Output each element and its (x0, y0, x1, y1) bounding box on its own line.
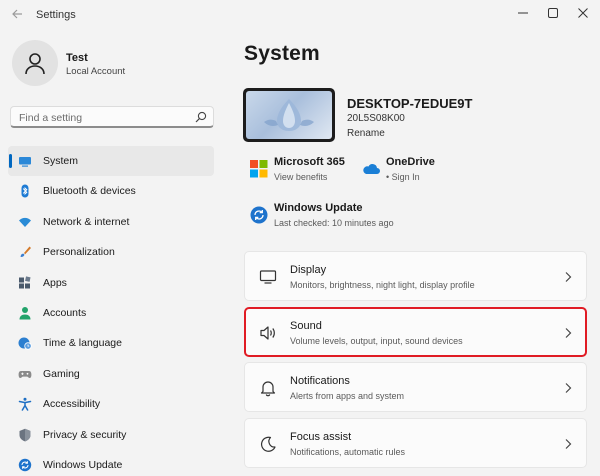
profile-name: Test (66, 52, 88, 64)
close-icon (578, 8, 588, 18)
sound-card[interactable]: Sound Volume levels, output, input, soun… (244, 307, 587, 357)
sidebar-item-accounts[interactable]: Accounts (8, 298, 214, 328)
speaker-icon (260, 326, 275, 340)
onedrive-link[interactable]: OneDrive • Sign In (358, 156, 468, 186)
card-subtitle: Volume levels, output, input, sound devi… (290, 336, 463, 346)
account-type: Local Account (66, 66, 126, 77)
brush-icon (20, 246, 31, 258)
chevron-right-icon (565, 328, 572, 338)
sidebar-item-label: Network & internet (43, 215, 130, 228)
person-icon (25, 53, 45, 75)
sidebar-item-label: Accessibility (43, 398, 101, 411)
close-button[interactable] (568, 2, 598, 24)
display-icon (259, 270, 277, 284)
sidebar-item-time-language[interactable]: Time & language (8, 328, 214, 358)
quick-link-title: Microsoft 365 (274, 156, 345, 168)
window-title: Settings (36, 9, 76, 21)
maximize-icon (548, 8, 558, 18)
sidebar-item-label: System (43, 155, 79, 167)
quick-link-title: Windows Update (274, 202, 363, 214)
update-icon (18, 458, 32, 472)
person-icon (19, 306, 31, 320)
maximize-button[interactable] (538, 2, 568, 24)
search-input[interactable]: Find a setting (10, 106, 214, 128)
apps-icon (19, 275, 31, 289)
page-title: System (244, 42, 320, 65)
sidebar-nav: System Bluetooth & devices Network & int… (8, 146, 214, 476)
quick-link-subtitle: • Sign In (386, 172, 420, 182)
quick-link-title: OneDrive (386, 156, 435, 168)
card-subtitle: Notifications, automatic rules (290, 447, 406, 457)
microsoft365-icon (250, 160, 268, 178)
search-placeholder: Find a setting (19, 112, 83, 124)
sidebar-item-label: Bluetooth & devices (43, 185, 136, 198)
device-image (243, 88, 335, 142)
windows-update-icon (250, 206, 268, 224)
sidebar-item-label: Personalization (43, 246, 115, 259)
chevron-right-icon (565, 383, 572, 393)
search-icon[interactable] (195, 111, 207, 123)
sidebar-item-label: Time & language (43, 337, 122, 350)
sidebar-item-label: Accounts (43, 306, 87, 319)
card-title: Notifications (290, 375, 350, 387)
sidebar-item-label: Privacy & security (43, 428, 127, 441)
active-indicator (9, 154, 12, 168)
sidebar-item-label: Gaming (43, 367, 80, 380)
sidebar-item-gaming[interactable]: Gaming (8, 359, 214, 389)
gamepad-icon (18, 370, 32, 378)
bell-icon (260, 381, 276, 397)
sidebar-item-personalization[interactable]: Personalization (8, 237, 214, 267)
sidebar-item-system[interactable]: System (8, 146, 214, 177)
quick-link-subtitle: View benefits (274, 172, 328, 182)
accessibility-icon (18, 397, 32, 411)
shield-icon (19, 428, 31, 441)
sidebar-item-windows-update[interactable]: Windows Update (8, 450, 214, 476)
card-title: Sound (290, 320, 322, 332)
display-card[interactable]: Display Monitors, brightness, night ligh… (244, 251, 587, 301)
microsoft365-link[interactable]: Microsoft 365 View benefits (246, 156, 366, 186)
windows-update-link[interactable]: Windows Update Last checked: 10 minutes … (246, 202, 416, 232)
bluetooth-icon (21, 184, 29, 198)
moon-icon (260, 436, 276, 452)
title-bar: Settings (0, 0, 600, 30)
wifi-icon (19, 217, 31, 227)
device-model: 20L5S08K00 (347, 113, 405, 124)
card-title: Display (290, 264, 327, 276)
globe-clock-icon (18, 337, 32, 351)
wallpaper-image (246, 91, 332, 139)
rename-link[interactable]: Rename (347, 128, 385, 139)
sidebar-item-privacy-security[interactable]: Privacy & security (8, 420, 214, 450)
onedrive-icon (363, 164, 380, 174)
notifications-card[interactable]: Notifications Alerts from apps and syste… (244, 362, 587, 412)
card-subtitle: Monitors, brightness, night light, displ… (290, 280, 475, 290)
chevron-right-icon (565, 439, 572, 449)
focus-assist-card[interactable]: Focus assist Notifications, automatic ru… (244, 418, 587, 468)
quick-link-subtitle: Last checked: 10 minutes ago (274, 218, 394, 228)
minimize-icon (518, 12, 528, 14)
card-title: Focus assist (290, 431, 352, 443)
minimize-button[interactable] (508, 2, 538, 24)
back-arrow-icon[interactable] (8, 6, 26, 24)
sidebar-item-apps[interactable]: Apps (8, 268, 214, 298)
device-name: DESKTOP-7EDUE9T (347, 96, 473, 111)
sidebar-item-bluetooth[interactable]: Bluetooth & devices (8, 176, 214, 206)
chevron-right-icon (565, 272, 572, 282)
avatar[interactable] (12, 40, 58, 86)
sidebar-item-label: Windows Update (43, 458, 123, 471)
sidebar-item-label: Apps (43, 276, 67, 289)
sidebar-item-network[interactable]: Network & internet (8, 207, 214, 237)
card-subtitle: Alerts from apps and system (290, 391, 405, 401)
system-icon (19, 157, 31, 167)
sidebar-item-accessibility[interactable]: Accessibility (8, 389, 214, 419)
